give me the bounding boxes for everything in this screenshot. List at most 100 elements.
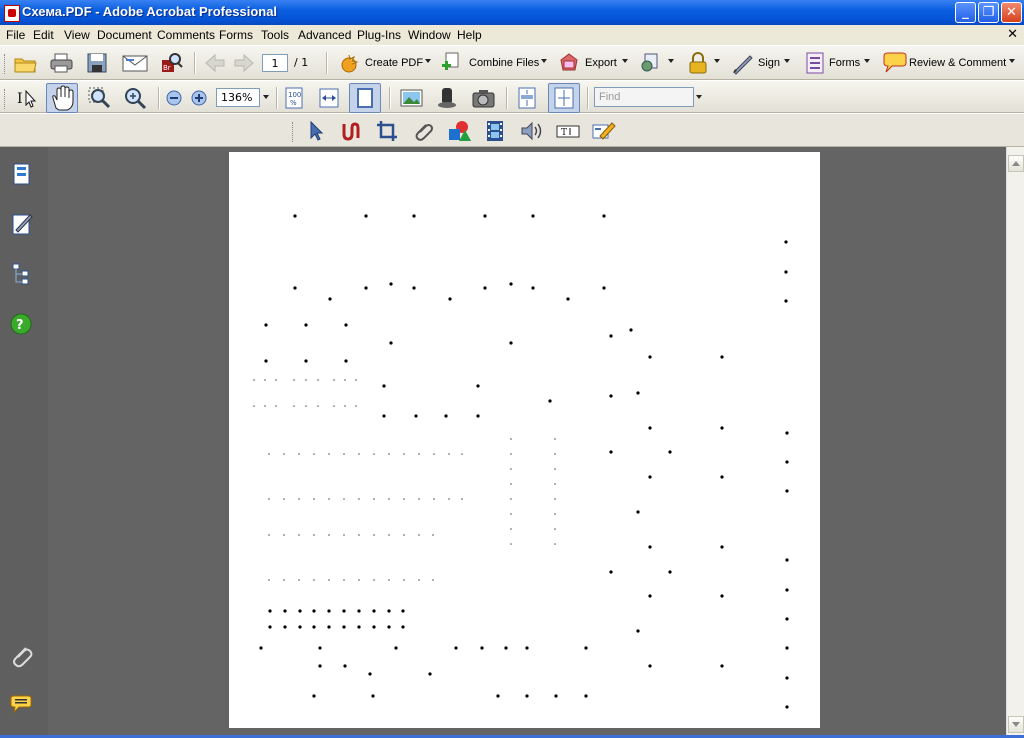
layers-icon[interactable]	[10, 262, 34, 286]
svg-text:%: %	[290, 99, 297, 107]
create-pdf-dropdown[interactable]	[425, 59, 431, 63]
save-icon[interactable]	[86, 52, 108, 74]
menu-edit[interactable]: Edit	[33, 28, 54, 42]
svg-text:T: T	[561, 128, 567, 138]
lock-dropdown[interactable]	[714, 59, 720, 63]
combine-files-dropdown[interactable]	[541, 59, 547, 63]
help-icon[interactable]: ?	[10, 312, 34, 336]
toolbar-grip[interactable]	[4, 54, 8, 74]
secure-dropdown[interactable]	[668, 59, 674, 63]
dynamic-zoom-icon[interactable]	[124, 87, 147, 110]
signatures-icon[interactable]	[10, 212, 34, 236]
marquee-zoom-icon[interactable]	[88, 87, 111, 109]
open-icon[interactable]	[14, 52, 37, 74]
menu-comments[interactable]: Comments	[157, 28, 215, 42]
scroll-down-button[interactable]	[1008, 716, 1024, 733]
attach-icon[interactable]	[412, 120, 434, 142]
export-label[interactable]: Export	[585, 57, 617, 69]
print-icon[interactable]	[50, 52, 73, 74]
review-comment-dropdown[interactable]	[1009, 59, 1015, 63]
full-screen-icon[interactable]	[548, 83, 580, 113]
movie-icon[interactable]	[484, 120, 506, 142]
search-document-icon[interactable]: Br	[160, 52, 183, 74]
forms-icon[interactable]	[804, 52, 826, 74]
advanced-editing-toolbar: T	[0, 113, 1024, 147]
crop-tool-icon[interactable]	[376, 120, 398, 142]
export-icon[interactable]	[557, 52, 579, 74]
close-button[interactable]: ✕	[1001, 2, 1022, 23]
previous-page-icon[interactable]	[204, 52, 226, 74]
forms-label[interactable]: Forms	[829, 57, 860, 69]
review-comment-icon[interactable]	[882, 52, 907, 74]
menu-help[interactable]: Help	[457, 28, 482, 42]
svg-text:100: 100	[288, 91, 301, 99]
pages-icon[interactable]	[10, 162, 34, 186]
menu-file[interactable]: File	[6, 28, 25, 42]
page-total: / 1	[294, 56, 309, 69]
menu-view[interactable]: View	[64, 28, 90, 42]
pointer-icon[interactable]	[305, 120, 327, 142]
fit-page-icon[interactable]	[349, 83, 381, 113]
svg-text:Br: Br	[163, 64, 171, 72]
fit-width-icon[interactable]	[318, 87, 340, 109]
svg-text:I: I	[17, 91, 23, 107]
page-number-input[interactable]: 1	[262, 54, 288, 72]
scroll-up-button[interactable]	[1008, 155, 1024, 172]
forms-dropdown[interactable]	[864, 59, 870, 63]
menu-plug-ins[interactable]: Plug-Ins	[357, 28, 401, 42]
find-input[interactable]: Find	[594, 87, 694, 107]
menu-bar: File Edit View Document Comments Forms T…	[0, 25, 1024, 45]
window-title: Схема.PDF - Adobe Acrobat Professional	[22, 4, 278, 19]
sign-label[interactable]: Sign	[758, 57, 780, 69]
take-snapshot-icon[interactable]	[400, 87, 423, 109]
lock-icon[interactable]	[686, 52, 708, 74]
link-tool-icon[interactable]	[340, 120, 362, 142]
export-dropdown[interactable]	[622, 59, 628, 63]
menu-tools[interactable]: Tools	[261, 28, 289, 42]
hand-tool-icon[interactable]	[46, 83, 78, 113]
combine-files-icon[interactable]	[441, 52, 463, 74]
edit-text-icon[interactable]	[592, 120, 616, 142]
document-properties-icon[interactable]	[436, 87, 458, 109]
menu-document[interactable]: Document	[97, 28, 152, 42]
schematic-drawing	[253, 214, 789, 709]
zoom-in-icon[interactable]	[190, 89, 208, 107]
next-page-icon[interactable]	[233, 52, 255, 74]
menu-window[interactable]: Window	[408, 28, 451, 42]
document-close-icon[interactable]: ✕	[1007, 27, 1018, 42]
zoom-out-icon[interactable]	[165, 89, 183, 107]
maximize-button[interactable]: ❐	[978, 2, 999, 23]
find-dropdown[interactable]	[696, 95, 702, 99]
menu-forms[interactable]: Forms	[219, 28, 253, 42]
vertical-scrollbar[interactable]	[1006, 147, 1024, 735]
toolbar-grip[interactable]	[292, 122, 296, 142]
sign-icon[interactable]	[731, 52, 753, 75]
sound-icon[interactable]	[520, 120, 542, 142]
zoom-level-input[interactable]: 136%	[216, 88, 260, 107]
create-pdf-icon[interactable]	[337, 52, 359, 74]
shape-tool-icon[interactable]	[448, 120, 471, 142]
camera-icon[interactable]	[472, 87, 495, 109]
select-tool-icon[interactable]: I	[16, 87, 38, 109]
toolbar-grip[interactable]	[4, 89, 8, 109]
attachments-icon[interactable]	[10, 644, 34, 668]
document-page[interactable]	[229, 152, 820, 728]
comments-icon[interactable]	[10, 695, 34, 719]
secure-icon[interactable]	[639, 52, 661, 74]
create-pdf-label[interactable]: Create PDF	[365, 57, 423, 69]
navigation-panel: ?	[0, 147, 48, 738]
actual-size-icon[interactable]: 100%	[284, 87, 306, 109]
combine-files-label[interactable]: Combine Files	[469, 57, 539, 69]
single-page-icon[interactable]	[516, 87, 538, 109]
acrobat-app-icon[interactable]	[4, 5, 20, 22]
file-toolbar: Br 1 / 1 Create PDF Combine Files Export…	[0, 45, 1024, 80]
zoom-dropdown[interactable]	[263, 95, 269, 99]
menu-advanced[interactable]: Advanced	[298, 28, 351, 42]
email-icon[interactable]	[122, 52, 148, 74]
sign-dropdown[interactable]	[784, 59, 790, 63]
svg-text:?: ?	[16, 318, 24, 333]
minimize-button[interactable]: _	[955, 2, 976, 23]
title-bar: Схема.PDF - Adobe Acrobat Professional _…	[0, 0, 1024, 25]
text-field-icon[interactable]: T	[556, 120, 580, 142]
review-comment-label[interactable]: Review & Comment	[909, 57, 1006, 69]
